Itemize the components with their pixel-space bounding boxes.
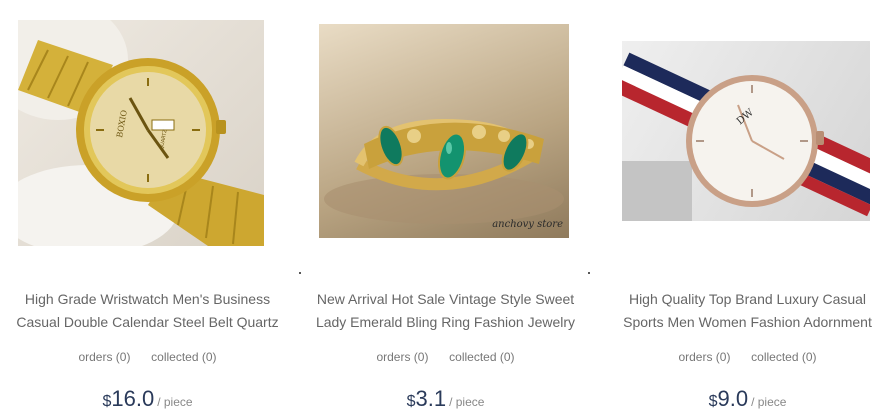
product-title-line-1: New Arrival Hot Sale Vintage Style Sweet — [316, 291, 575, 307]
price-unit: / piece — [751, 395, 787, 409]
product-title-line-2: Casual Double Calendar Steel Belt Quartz — [16, 314, 279, 330]
orders-count: (0) — [715, 350, 731, 364]
product-title-line-1: High Grade Wristwatch Men's Business — [24, 291, 271, 307]
product-title[interactable]: New Arrival Hot Sale Vintage Style Sweet… — [298, 288, 593, 334]
product-price: $16.0/ piece — [0, 386, 295, 412]
product-price: $9.0/ piece — [600, 386, 895, 412]
product-card-nato-watch[interactable]: DW High Quality Top Brand Luxury Casual … — [600, 0, 895, 419]
separator-dot — [588, 272, 590, 274]
collected-label: collected — [449, 350, 497, 364]
price-unit: / piece — [449, 395, 485, 409]
price-value: 3.1 — [415, 386, 447, 411]
product-title-line-2: Sports Men Women Fashion Adornment — [623, 314, 872, 330]
product-title-line-2: Lady Emerald Bling Ring Fashion Jewelry — [315, 314, 576, 330]
collected-count: (0) — [499, 350, 515, 364]
product-stats: orders (0) collected (0) — [298, 350, 593, 364]
collected-label: collected — [751, 350, 799, 364]
product-stats: orders (0) collected (0) — [0, 350, 295, 364]
product-title-line-1: High Quality Top Brand Luxury Casual — [628, 291, 867, 307]
orders-label: orders — [376, 350, 411, 364]
orders-label: orders — [78, 350, 113, 364]
orders-label: orders — [678, 350, 713, 364]
product-title[interactable]: High Quality Top Brand Luxury Casual Spo… — [600, 288, 895, 334]
product-card-watch[interactable]: BOXIO QUARTZ High Grade Wristwatch Men's… — [0, 0, 295, 419]
separator-dot — [299, 272, 301, 274]
orders-count: (0) — [115, 350, 131, 364]
price-value: 9.0 — [717, 386, 749, 411]
product-price: $3.1/ piece — [298, 386, 593, 412]
price-value: 16.0 — [111, 386, 155, 411]
collected-count: (0) — [201, 350, 217, 364]
collected-label: collected — [151, 350, 199, 364]
product-image-gold-wristwatch[interactable]: BOXIO QUARTZ — [18, 20, 264, 246]
nato-strap-watch-icon: DW — [622, 52, 870, 221]
product-image-nato-strap-watch[interactable]: DW — [622, 41, 870, 221]
collected-count: (0) — [801, 350, 817, 364]
product-image-emerald-ring[interactable]: anchovy store — [319, 24, 569, 238]
gold-wristwatch-icon: BOXIO QUARTZ — [18, 20, 264, 246]
product-card-ring[interactable]: anchovy store New Arrival Hot Sale Vinta… — [298, 0, 593, 419]
store-watermark: anchovy store — [492, 219, 563, 230]
product-stats: orders (0) collected (0) — [600, 350, 895, 364]
orders-count: (0) — [413, 350, 429, 364]
product-title[interactable]: High Grade Wristwatch Men's Business Cas… — [0, 288, 295, 334]
price-unit: / piece — [157, 395, 193, 409]
emerald-ring-icon — [324, 118, 564, 224]
